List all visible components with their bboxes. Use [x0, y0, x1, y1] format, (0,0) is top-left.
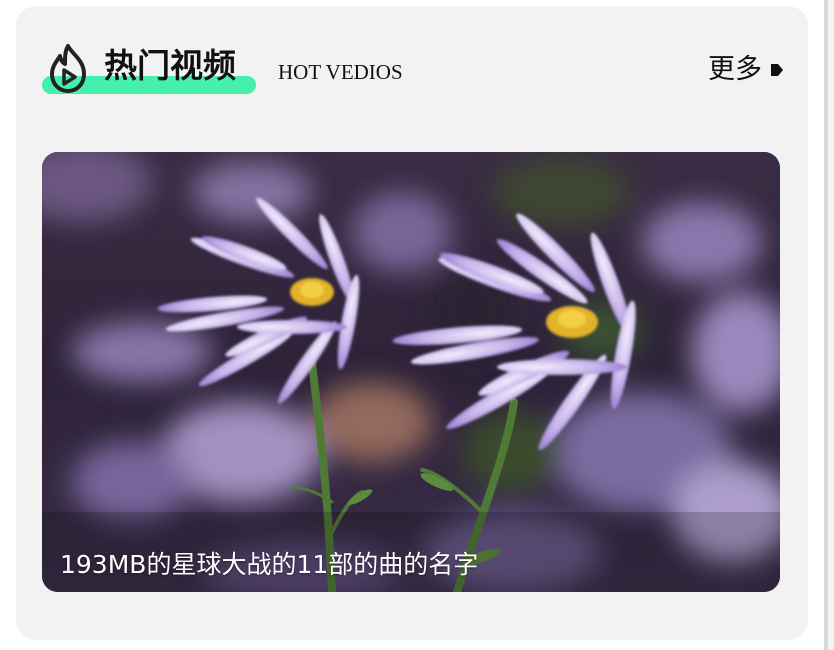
video-caption: 193MB的星球大战的11部的曲的名字	[60, 550, 479, 579]
video-card[interactable]: 193MB的星球大战的11部的曲的名字	[42, 152, 780, 592]
section-title: 热门视频	[104, 46, 236, 85]
hot-videos-card: 热门视频 HOT VEDIOS 更多 193MB的星球大战的11部的曲的名字	[16, 6, 808, 640]
scrollbar-thumb[interactable]	[824, 0, 828, 650]
section-subtitle: HOT VEDIOS	[278, 60, 403, 84]
fire-play-icon	[50, 44, 86, 93]
video-thumbnail	[42, 152, 780, 592]
section-header: 热门视频 HOT VEDIOS 更多	[42, 40, 784, 100]
arrow-right-icon	[771, 64, 783, 76]
more-button[interactable]: 更多	[708, 50, 784, 90]
more-label: 更多	[708, 54, 762, 85]
